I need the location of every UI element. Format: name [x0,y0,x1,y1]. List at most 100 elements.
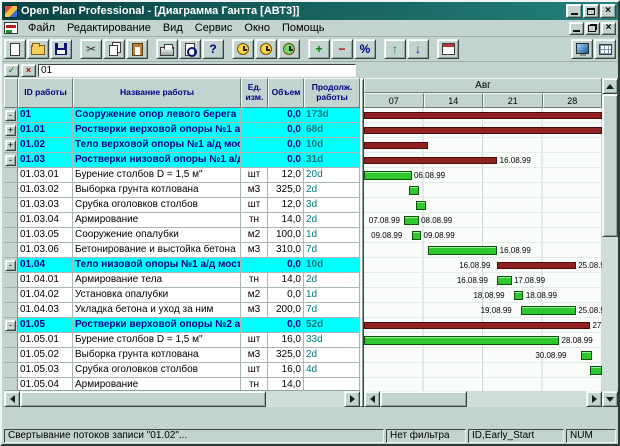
table-row[interactable]: 01.03.06Бетонирование и выстойка бетонам… [4,243,360,258]
table-row[interactable]: 01.05.03Срубка оголовков столбовшт16,04d [4,363,360,378]
table-row[interactable]: 01.03.01Бурение столбов D = 1,5 м"шт12,0… [4,168,360,183]
summary-bar[interactable] [364,142,428,149]
table-row[interactable]: -01.04Тело низовой опоры №1 а/д моста0,0… [4,258,360,273]
vscroll-thumb[interactable] [602,94,618,237]
collapse-button[interactable]: - [5,320,16,331]
cancel-button[interactable]: × [21,64,36,77]
task-bar[interactable] [428,246,497,255]
table-row[interactable]: 01.05.01Бурение столбов D = 1,5 м"шт16,0… [4,333,360,348]
screen-view-button[interactable] [571,39,593,59]
gantt-pane: Авг 07142128 16.08.9906.08.9907.08.9908.… [364,78,602,428]
print-preview-button[interactable] [179,39,201,59]
copy-button[interactable] [103,39,125,59]
task-bar[interactable] [404,216,418,225]
child-minimize-button[interactable] [569,22,584,35]
add-activity-button[interactable]: + [308,39,330,59]
edit-bar: ✓ × [2,62,618,78]
cell-editor-input[interactable] [38,64,356,77]
cut-button[interactable]: ✂ [80,39,102,59]
gantt-hscrollbar[interactable] [364,391,602,407]
resource-scheduling-button[interactable] [255,39,277,59]
gantt-hscroll-thumb[interactable] [380,391,467,407]
task-bar[interactable] [409,186,419,195]
task-bar[interactable] [416,201,426,210]
gantt-hscroll-track[interactable] [380,391,586,407]
scroll-up-button[interactable] [602,78,618,94]
scroll-left-button[interactable] [364,391,380,407]
open-button[interactable] [27,39,49,59]
table-hscroll-track[interactable] [20,391,344,407]
vertical-scrollbar[interactable] [602,78,618,407]
close-button[interactable]: × [600,4,616,18]
scroll-down-button[interactable] [602,391,618,407]
progress-button[interactable]: % [354,39,376,59]
menu-window[interactable]: Окно [238,21,276,35]
child-restore-button[interactable] [585,22,600,35]
column-header-unit: Ед. изм. [241,78,268,108]
table-row[interactable]: 01.05.02Выборка грунта котлованам3325,02… [4,348,360,363]
child-close-button[interactable]: × [601,22,616,35]
menu-help[interactable]: Помощь [276,21,331,35]
minimize-button[interactable] [566,4,582,18]
table-row[interactable]: 01.04.01Армирование телатн14,02d [4,273,360,288]
table-row[interactable]: -01.03Ростверки низовой опоры №1 а/д м0,… [4,153,360,168]
summary-bar[interactable] [364,157,497,164]
summary-bar[interactable] [497,262,576,269]
table-row[interactable]: 01.03.04Армированиетн14,02d [4,213,360,228]
save-button[interactable] [50,39,72,59]
menu-view[interactable]: Вид [157,21,189,35]
scroll-left-button[interactable] [4,391,20,407]
time-analysis-button[interactable] [232,39,254,59]
status-bar: Свертывание потоков записи "01.02"... Не… [2,428,618,444]
task-bar[interactable] [497,276,511,285]
table-row[interactable]: 01.03.03Срубка оголовков столбовшт12,03d [4,198,360,213]
table-hscrollbar[interactable] [4,391,360,407]
table-row[interactable]: 01.04.02Установка опалубким20,01d [4,288,360,303]
remove-activity-button[interactable]: − [331,39,353,59]
table-hscroll-thumb[interactable] [20,391,266,407]
task-bar[interactable] [514,291,524,300]
down-arrow-icon [606,397,614,402]
move-down-button[interactable]: ↓ [407,39,429,59]
table-row[interactable]: +01.01Ростверки верховой опоры №1 а/д0,0… [4,123,360,138]
table-row[interactable]: 01.03.02Выборка грунта котлованам3325,02… [4,183,360,198]
move-up-button[interactable]: ↑ [384,39,406,59]
table-row[interactable]: 01.04.03Укладка бетона и уход за нимм320… [4,303,360,318]
table-row[interactable]: -01Сооружение опор левого берега0,0173d [4,108,360,123]
risk-analysis-button[interactable] [278,39,300,59]
confirm-button[interactable]: ✓ [4,64,19,77]
expand-button[interactable]: + [5,140,16,151]
vscroll-track[interactable] [602,94,618,391]
collapse-button[interactable]: - [5,260,16,271]
maximize-button[interactable] [583,4,599,18]
table-row[interactable]: 01.05.04Армированиетн14,0 [4,378,360,391]
expand-button[interactable]: + [5,125,16,136]
table-row[interactable]: -01.05Ростверки верховой опоры №2 а/д0,0… [4,318,360,333]
summary-bar[interactable] [364,112,602,119]
calendar-button[interactable] [437,39,459,59]
collapse-button[interactable]: - [5,155,16,166]
menu-tools[interactable]: Сервис [189,21,239,35]
table-row[interactable]: 01.03.05Сооружение опалубким2100,01d [4,228,360,243]
task-bar[interactable] [590,366,602,375]
paste-button[interactable] [126,39,148,59]
summary-bar[interactable] [364,127,602,134]
scroll-right-button[interactable] [586,391,602,407]
task-bar[interactable] [581,351,593,360]
task-bar[interactable] [364,171,412,180]
help-button[interactable]: ? [202,39,224,59]
task-bar[interactable] [521,306,576,315]
app-icon[interactable] [4,5,18,18]
collapse-button[interactable]: - [5,110,16,121]
task-bar[interactable] [412,231,422,240]
table-view-button[interactable] [594,39,616,59]
task-bar[interactable] [364,336,559,345]
scroll-right-button[interactable] [344,391,360,407]
menu-edit[interactable]: Редактирование [61,21,157,35]
print-button[interactable] [156,39,178,59]
menu-file[interactable]: Файл [22,21,61,35]
summary-bar[interactable] [364,322,590,329]
new-button[interactable] [4,39,26,59]
child-window-icon[interactable] [4,22,18,34]
table-row[interactable]: +01.02Тело верховой опоры №1 а/д моста0,… [4,138,360,153]
